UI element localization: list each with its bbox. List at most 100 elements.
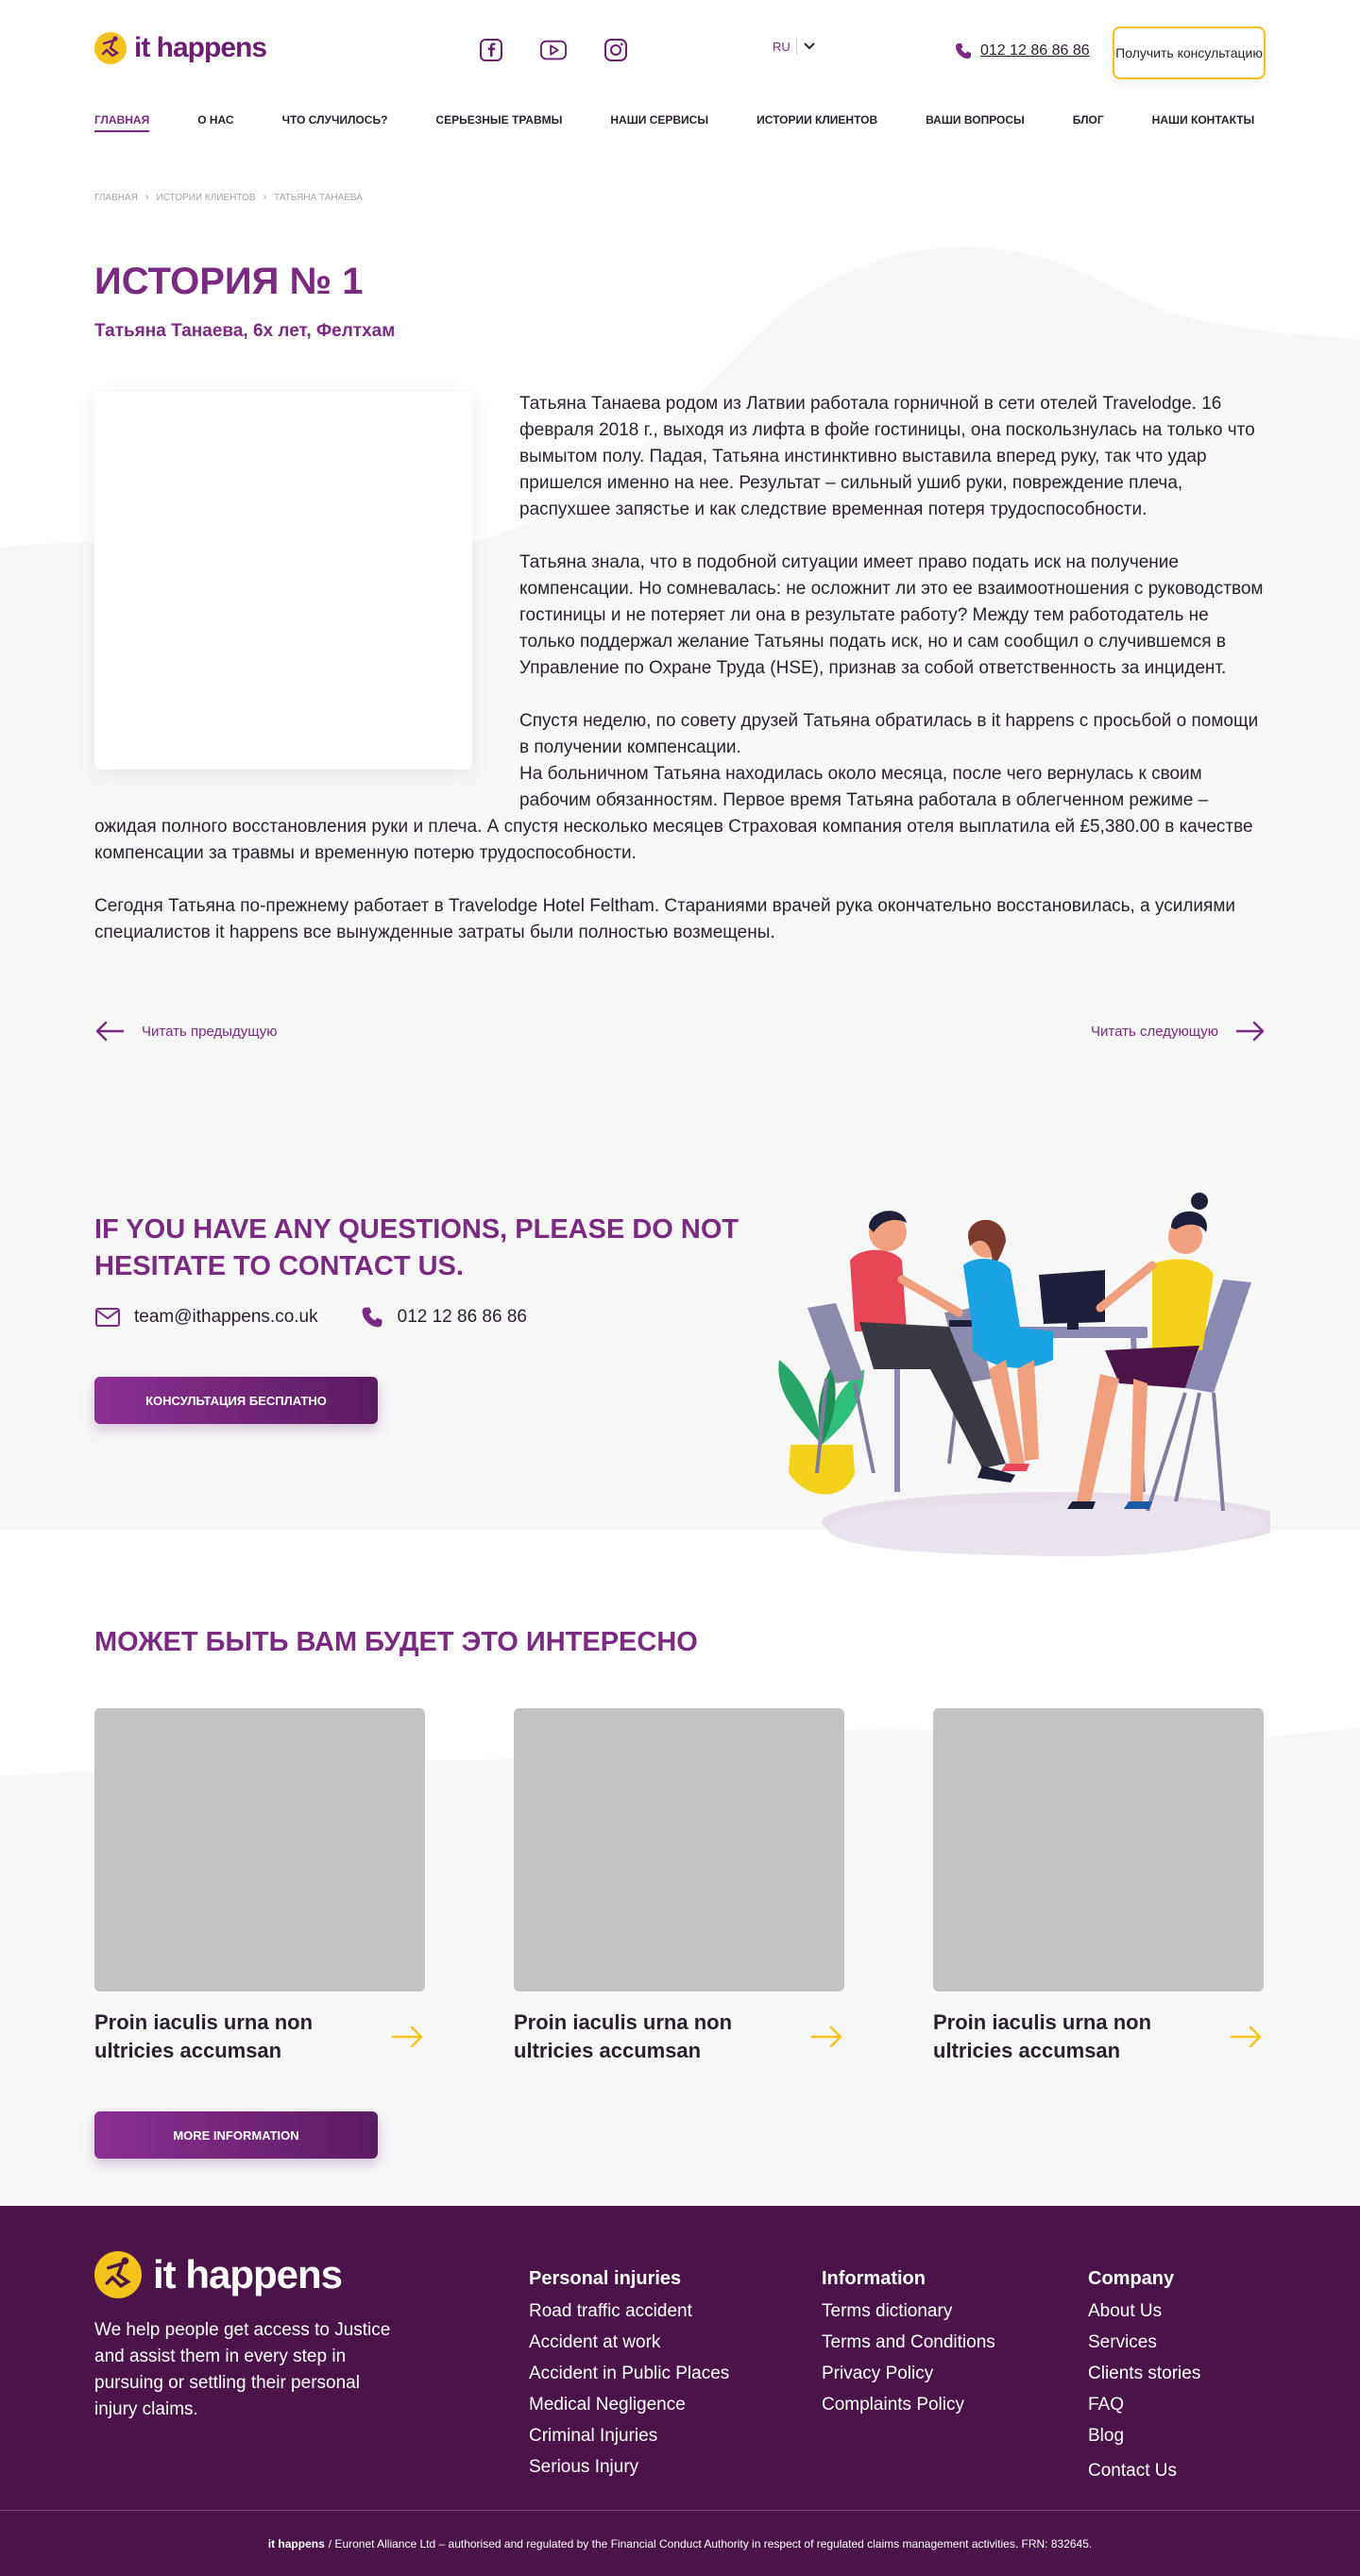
nav-item-services[interactable]: НАШИ СЕРВИСЫ — [610, 113, 708, 132]
footer-link[interactable]: Contact Us — [1088, 2455, 1200, 2486]
arrow-left-icon — [95, 1021, 125, 1042]
footer-column-information: Information Terms dictionary Terms and C… — [822, 2268, 995, 2420]
nav-item-questions[interactable]: ВАШИ ВОПРОСЫ — [926, 113, 1025, 132]
breadcrumb-item[interactable]: ИСТОРИИ КЛИЕНТОВ — [157, 193, 256, 203]
footer-link[interactable]: Terms dictionary — [822, 2296, 995, 2327]
chevron-right-icon: › — [263, 192, 267, 203]
header-phone[interactable]: 012 12 86 86 86 — [954, 42, 1090, 60]
more-information-button[interactable]: MORE INFORMATION — [94, 2111, 378, 2159]
nav-item-contacts[interactable]: НАШИ КОНТАКТЫ — [1152, 113, 1255, 132]
arrow-right-icon[interactable] — [1230, 2025, 1264, 2049]
footer-link[interactable]: Accident in Public Places — [529, 2358, 729, 2389]
card-footer: Proin iaculis urna non ultricies accumsa… — [933, 2008, 1264, 2065]
card-footer: Proin iaculis urna non ultricies accumsa… — [94, 2008, 425, 2065]
breadcrumb: ГЛАВНАЯ › ИСТОРИИ КЛИЕНТОВ › ТАТЬЯНА ТАН… — [94, 192, 363, 203]
phone-icon — [362, 1307, 382, 1328]
image-spacer — [94, 391, 519, 808]
read-next-link[interactable]: Читать следующую — [1091, 1020, 1266, 1042]
card-image — [933, 1708, 1264, 1991]
social-links — [477, 36, 630, 64]
footer-logo-mark — [94, 2251, 142, 2298]
logo[interactable]: it happens — [94, 32, 267, 64]
nav-item-home[interactable]: ГЛАВНАЯ — [94, 113, 150, 132]
read-previous-link[interactable]: Читать предыдущую — [94, 1020, 277, 1042]
contact-phone-text: 012 12 86 86 86 — [397, 1307, 527, 1327]
language-value: RU — [773, 39, 790, 54]
footer-column-company: Company About Us Services Clients storie… — [1088, 2268, 1200, 2486]
footer-link[interactable]: Serious Injury — [529, 2451, 729, 2483]
phone-icon — [956, 43, 971, 59]
related-card[interactable]: Proin iaculis urna non ultricies accumsa… — [514, 1708, 844, 2065]
story-subtitle: Татьяна Танаева, 6х лет, Фелтхам — [94, 321, 396, 341]
footer-link[interactable]: Terms and Conditions — [822, 2327, 995, 2358]
footer-logo-text: it happens — [153, 2252, 343, 2296]
nav-item-client-stories[interactable]: ИСТОРИИ КЛИЕНТОВ — [756, 113, 877, 132]
nav-item-about[interactable]: О НАС — [197, 113, 233, 132]
related-cards: Proin iaculis urna non ultricies accumsa… — [94, 1708, 1264, 2065]
footer-legal-brand: it happens — [267, 2536, 325, 2551]
story-body: Татьяна Танаева родом из Латвии работала… — [94, 391, 1266, 973]
contact-title: IF YOU HAVE ANY QUESTIONS, PLEASE DO NOT… — [94, 1214, 740, 1281]
read-next-label: Читать следующую — [1091, 1023, 1218, 1040]
related-card[interactable]: Proin iaculis urna non ultricies accumsa… — [933, 1708, 1264, 2065]
footer-legal: it happens / Euronet Alliance Ltd – auth… — [0, 2510, 1360, 2576]
main-nav: ГЛАВНАЯ О НАС ЧТО СЛУЧИЛОСЬ? СЕРЬЕЗНЫЕ Т… — [94, 113, 1302, 132]
instagram-icon[interactable] — [602, 36, 630, 64]
card-footer: Proin iaculis urna non ultricies accumsa… — [514, 2008, 844, 2065]
footer-link[interactable]: Complaints Policy — [822, 2389, 995, 2420]
arrow-right-icon[interactable] — [391, 2025, 425, 2049]
youtube-icon[interactable] — [539, 36, 568, 64]
nav-item-serious-injuries[interactable]: СЕРЬЕЗНЫЕ ТРАВМЫ — [435, 113, 562, 132]
logo-mark — [94, 32, 127, 64]
mail-icon — [95, 1308, 120, 1327]
arrow-right-icon — [1235, 1021, 1265, 1042]
footer-column-title: Information — [822, 2268, 926, 2289]
card-title: Proin iaculis urna non ultricies accumsa… — [514, 2010, 733, 2062]
footer-logo[interactable]: it happens — [94, 2251, 343, 2298]
facebook-icon[interactable] — [477, 36, 505, 64]
footer-link[interactable]: Services — [1088, 2327, 1200, 2358]
logo-text: it happens — [134, 32, 267, 63]
related-card[interactable]: Proin iaculis urna non ultricies accumsa… — [94, 1708, 425, 2065]
footer-description: We help people get access to Justice and… — [94, 2320, 391, 2419]
page: it happens RU 012 12 86 86 86 Получить к… — [0, 0, 1360, 2576]
contact-email-text: team@ithappens.co.uk — [134, 1307, 318, 1327]
page-title: ИСТОРИЯ № 1 — [94, 261, 364, 302]
language-divider — [795, 38, 797, 55]
footer-column-personal-injuries: Personal injuries Road traffic accident … — [529, 2268, 729, 2483]
breadcrumb-item[interactable]: ГЛАВНАЯ — [94, 193, 138, 203]
story-pagination: Читать предыдущую Читать следующую — [94, 1020, 1266, 1042]
footer-link[interactable]: Accident at work — [529, 2327, 729, 2358]
chevron-down-icon — [804, 42, 815, 50]
footer-legal-text: / Euronet Alliance Ltd – authorised and … — [328, 2536, 1093, 2551]
related-title: МОЖЕТ БЫТЬ ВАМ БУДЕТ ЭТО ИНТЕРЕСНО — [94, 1627, 698, 1657]
nav-item-blog[interactable]: БЛОГ — [1073, 113, 1104, 132]
arrow-right-icon[interactable] — [810, 2025, 844, 2049]
card-title: Proin iaculis urna non ultricies accumsa… — [94, 2010, 314, 2062]
footer-link[interactable]: Criminal Injuries — [529, 2420, 729, 2451]
footer-link[interactable]: FAQ — [1088, 2389, 1200, 2420]
footer-link[interactable]: Road traffic accident — [529, 2296, 729, 2327]
footer-column-title: Company — [1088, 2268, 1175, 2289]
footer-link[interactable]: Privacy Policy — [822, 2358, 995, 2389]
footer-link[interactable]: Medical Negligence — [529, 2389, 729, 2420]
consultation-illustration — [778, 1193, 1270, 1557]
contact-phone[interactable]: 012 12 86 86 86 — [360, 1305, 527, 1330]
card-image — [514, 1708, 844, 1991]
free-consultation-button[interactable]: КОНСУЛЬТАЦИЯ БЕСПЛАТНО — [94, 1377, 378, 1424]
footer-link[interactable]: Blog — [1088, 2420, 1200, 2451]
story-paragraph: Сегодня Татьяна по-прежнему работает в T… — [94, 896, 1236, 942]
header-phone-number: 012 12 86 86 86 — [980, 42, 1090, 59]
footer-column-title: Personal injuries — [529, 2268, 682, 2289]
nav-item-what-happened[interactable]: ЧТО СЛУЧИЛОСЬ? — [282, 113, 388, 132]
breadcrumb-current: ТАТЬЯНА ТАНАЕВА — [274, 192, 363, 203]
contact-info: team@ithappens.co.uk 012 12 86 86 86 — [94, 1305, 569, 1330]
language-selector[interactable]: RU — [773, 38, 816, 55]
read-previous-label: Читать предыдущую — [142, 1023, 278, 1040]
contact-email[interactable]: team@ithappens.co.uk — [94, 1307, 318, 1328]
get-consultation-button[interactable]: Получить консультацию — [1113, 26, 1266, 79]
chevron-right-icon: › — [144, 192, 149, 203]
footer-link[interactable]: Clients stories — [1088, 2358, 1200, 2389]
card-title: Proin iaculis urna non ultricies accumsa… — [933, 2010, 1152, 2062]
footer-link[interactable]: About Us — [1088, 2296, 1200, 2327]
